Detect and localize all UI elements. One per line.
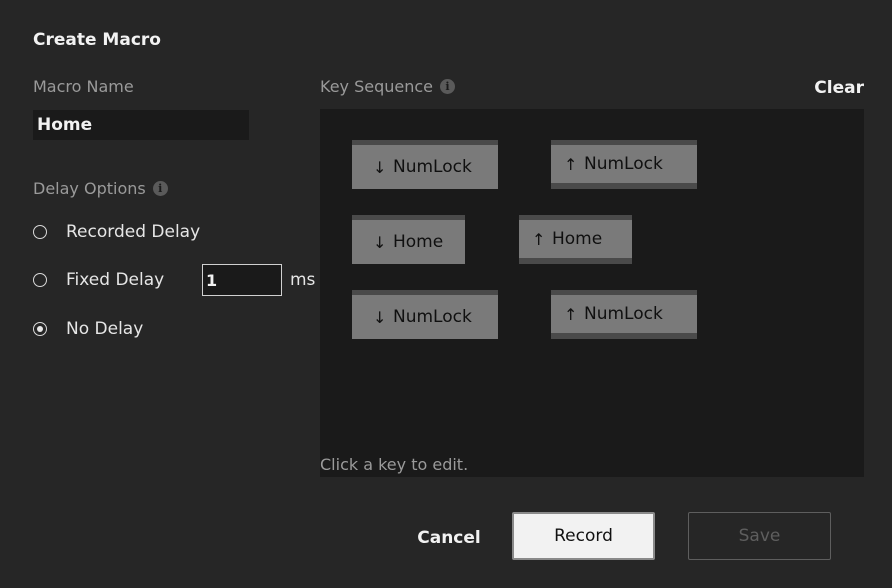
arrow-down-icon: ↓ (373, 232, 387, 252)
key-event-home-down[interactable]: ↓ Home (352, 215, 465, 264)
key-event-home-up[interactable]: ↑ Home (519, 215, 632, 264)
fixed-delay-input[interactable] (202, 264, 282, 296)
key-sequence-label: Key Sequence i (320, 77, 456, 96)
cancel-button[interactable]: Cancel (408, 520, 490, 556)
arrow-up-icon: ↑ (532, 229, 546, 249)
delay-options-label: Delay Options i (33, 179, 168, 198)
arrow-down-icon: ↓ (373, 307, 387, 327)
info-icon[interactable]: i (440, 79, 456, 94)
delay-options-label-text: Delay Options (33, 179, 146, 198)
key-event-numlock-down[interactable]: ↓ NumLock (352, 140, 498, 189)
key-label: Home (393, 232, 444, 252)
radio-button[interactable] (33, 273, 47, 287)
macro-name-label-text: Macro Name (33, 77, 134, 96)
save-button[interactable]: Save (688, 512, 831, 560)
key-label: NumLock (393, 307, 472, 327)
key-label: NumLock (393, 157, 472, 177)
info-icon[interactable]: i (152, 181, 168, 196)
key-event-numlock-down[interactable]: ↓ NumLock (352, 290, 498, 339)
radio-fixed-delay[interactable]: Fixed Delay (33, 270, 164, 290)
create-macro-dialog: Create Macro Macro Name Delay Options i … (0, 0, 892, 588)
radio-label: Recorded Delay (66, 222, 201, 242)
record-button[interactable]: Record (512, 512, 655, 560)
radio-label: Fixed Delay (66, 270, 165, 290)
radio-recorded-delay[interactable]: Recorded Delay (33, 222, 200, 242)
macro-name-label: Macro Name (33, 77, 134, 96)
delay-unit-label: ms (290, 270, 316, 290)
clear-button[interactable]: Clear (814, 78, 864, 98)
key-event-numlock-up[interactable]: ↑ NumLock (551, 290, 697, 339)
radio-button[interactable] (33, 225, 47, 239)
key-label: NumLock (584, 304, 663, 324)
arrow-up-icon: ↑ (564, 154, 578, 174)
key-label: NumLock (584, 154, 663, 174)
macro-name-input[interactable] (33, 110, 249, 140)
arrow-up-icon: ↑ (564, 304, 578, 324)
radio-no-delay[interactable]: No Delay (33, 319, 143, 339)
dialog-title: Create Macro (33, 30, 161, 50)
arrow-down-icon: ↓ (373, 157, 387, 177)
key-sequence-panel: ↓ NumLock ↑ NumLock ↓ Home ↑ Home ↓ NumL… (320, 109, 864, 477)
key-label: Home (552, 229, 603, 249)
key-sequence-hint: Click a key to edit. (320, 455, 469, 474)
key-event-numlock-up[interactable]: ↑ NumLock (551, 140, 697, 189)
radio-button-selected[interactable] (33, 322, 47, 336)
radio-label: No Delay (66, 319, 144, 339)
key-sequence-label-text: Key Sequence (320, 77, 434, 96)
